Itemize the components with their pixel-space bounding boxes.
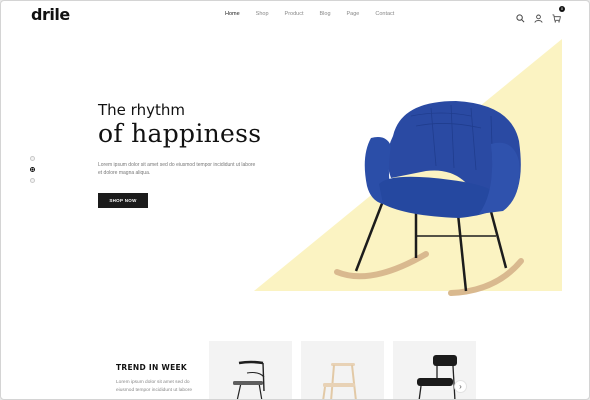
black-metal-chair-image <box>233 360 265 399</box>
nav-home[interactable]: Home <box>225 11 240 17</box>
carousel-next-button[interactable]: › <box>454 380 467 393</box>
main-nav: Home Shop Product Blog Page Contact <box>225 11 410 17</box>
product-card[interactable] <box>209 341 292 399</box>
slider-dot-1[interactable] <box>30 156 35 161</box>
slider-dots <box>30 156 35 183</box>
product-card[interactable] <box>301 341 384 399</box>
trend-section-title: TREND IN WEEK <box>116 363 188 372</box>
slider-dot-2[interactable] <box>30 167 35 172</box>
trend-section-description: Lorem ipsum dolor sit amet sed do eiusmo… <box>116 380 192 393</box>
header-icons: 0 <box>516 6 565 23</box>
browser-frame: drile Home Shop Product Blog Page Contac… <box>0 0 590 400</box>
slider-dot-3[interactable] <box>30 178 35 183</box>
rocking-chair-image <box>334 101 524 296</box>
site-header: drile Home Shop Product Blog Page Contac… <box>1 1 589 31</box>
cart-count-badge: 0 <box>559 6 565 12</box>
hero-title-line1: The rhythm <box>98 101 185 119</box>
nav-contact[interactable]: Contact <box>375 11 394 17</box>
cart-icon[interactable]: 0 <box>552 6 565 23</box>
chevron-right-icon: › <box>459 382 462 391</box>
wooden-chair-image <box>322 363 357 399</box>
hero-description: Lorem ipsum dolor sit amet sed do eiusmo… <box>98 162 256 176</box>
nav-shop[interactable]: Shop <box>256 11 269 17</box>
logo[interactable]: drile <box>31 5 70 24</box>
hero-slider: The rhythm of happiness Lorem ipsum dolo… <box>1 31 589 301</box>
search-icon[interactable] <box>516 10 525 23</box>
nav-product[interactable]: Product <box>285 11 304 17</box>
user-icon[interactable] <box>534 10 543 23</box>
nav-page[interactable]: Page <box>347 11 360 17</box>
shop-now-button[interactable]: SHOP NOW <box>98 193 148 208</box>
hero-title-line2: of happiness <box>98 119 262 148</box>
nav-blog[interactable]: Blog <box>320 11 331 17</box>
